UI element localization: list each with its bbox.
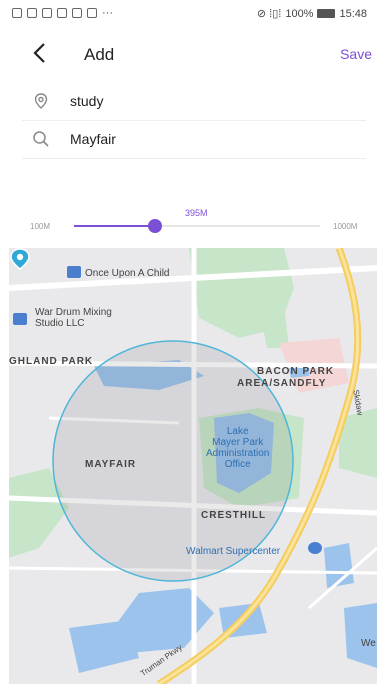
map-label-walmart: Walmart Supercenter	[186, 546, 281, 557]
map-label-highland: GHLAND PARK	[9, 356, 94, 367]
battery-icon	[317, 9, 336, 18]
save-button[interactable]: Save	[340, 46, 372, 62]
slider-thumb[interactable]	[147, 219, 162, 233]
page-title: Add	[84, 45, 115, 64]
radius-min-label: 100M	[30, 222, 51, 231]
radius-max-label: 1000M	[333, 222, 358, 231]
slider-fill	[74, 225, 155, 227]
briefcase-icon	[13, 313, 27, 325]
map-marker-icon[interactable]	[9, 248, 31, 270]
more-icon: ···	[102, 7, 113, 19]
map-label-lake-mayer: Lake Mayer Park Administration Office	[206, 426, 270, 470]
battery-percent: 100%	[285, 7, 314, 20]
search-input[interactable]: Mayfair	[70, 131, 116, 147]
photos-icon	[72, 8, 82, 18]
search-row[interactable]: Mayfair	[22, 120, 366, 159]
location-name-field[interactable]: study	[70, 93, 103, 109]
usb-icon	[42, 8, 52, 18]
radius-value-label: 395M	[185, 208, 208, 218]
map-label-war-drum: War Drum Mixing Studio LLC	[35, 307, 112, 329]
clock: 15:48	[339, 7, 367, 20]
location-pin-icon	[34, 93, 48, 109]
map-label-once-upon: Once Upon A Child	[85, 268, 170, 279]
map-label-we: We	[361, 638, 376, 649]
map-label-bacon: BACON PARK	[257, 366, 335, 377]
map-label-cresthill: CRESTHILL	[201, 510, 267, 521]
sim-icon	[12, 8, 22, 18]
map-label-area-sandfly: AREA/SANDFLY	[237, 378, 327, 389]
map-view[interactable]: Once Upon A Child War Drum Mixing Studio…	[9, 248, 377, 684]
wifi-icon	[27, 8, 37, 18]
status-bar: ··· ⊘ ⁞▯⁞ 100% 15:48	[0, 0, 377, 26]
shopping-bag-icon	[67, 266, 81, 278]
image-icon	[57, 8, 67, 18]
search-icon	[33, 131, 49, 147]
radius-slider[interactable]: 395M 100M 1000M	[0, 200, 377, 240]
header: Add Save	[0, 30, 377, 78]
mail-icon	[87, 8, 97, 18]
status-icons: ···	[12, 7, 113, 19]
shopping-cart-icon	[308, 542, 322, 554]
map-label-mayfair: MAYFAIR	[85, 459, 137, 470]
location-name-row[interactable]: study	[22, 82, 366, 121]
network-status: ⊘ ⁞▯⁞	[256, 8, 282, 20]
back-arrow-icon[interactable]	[28, 40, 54, 66]
